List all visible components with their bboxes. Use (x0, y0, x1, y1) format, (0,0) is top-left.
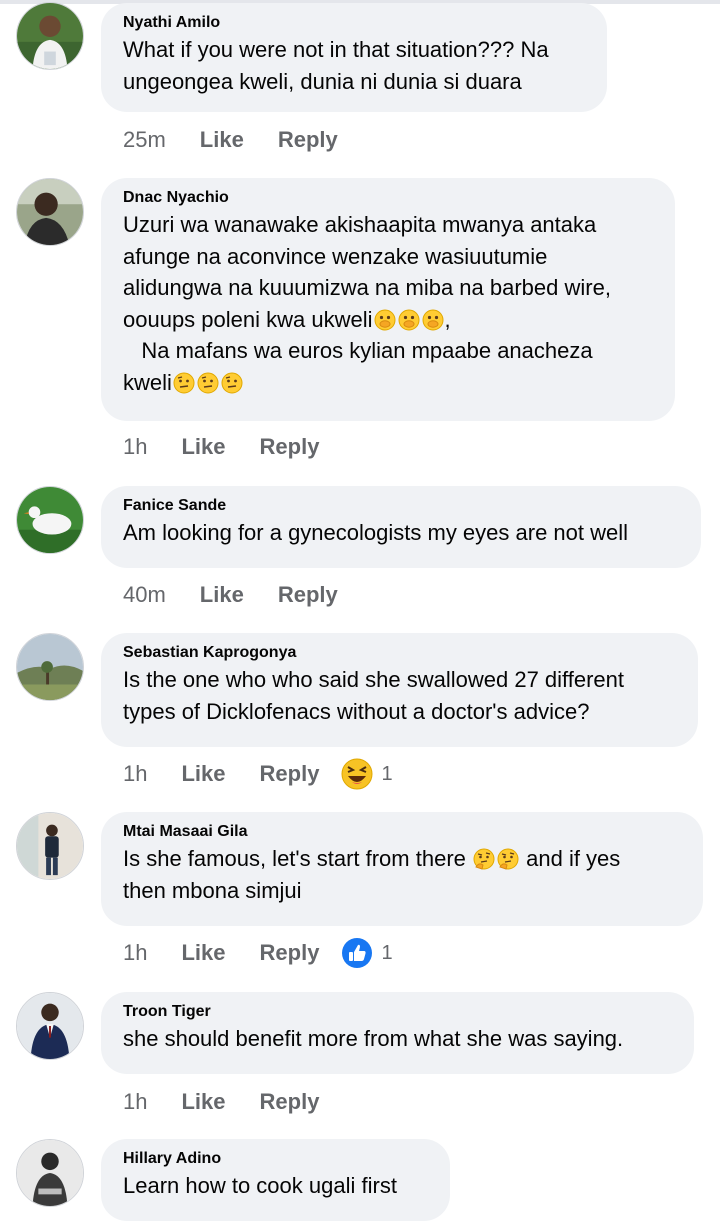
comment-time[interactable]: 1h (123, 1089, 147, 1115)
like-button[interactable]: Like (200, 582, 244, 608)
thinking-face-emoji (497, 848, 519, 870)
reply-button[interactable]: Reply (278, 582, 338, 608)
bw-portrait-avatar (17, 1140, 83, 1206)
child-photo-avatar (17, 3, 83, 69)
comment-bubble[interactable]: Nyathi Amilo What if you were not in tha… (101, 3, 607, 112)
comment-author[interactable]: Dnac Nyachio (123, 188, 653, 208)
laughing-face-icon (341, 758, 373, 790)
like-button[interactable]: Like (181, 761, 225, 787)
avatar-fanice-sande[interactable] (16, 486, 84, 554)
standing-man-avatar (17, 813, 83, 879)
comment-bubble[interactable]: Dnac Nyachio Uzuri wa wanawake akishaapi… (101, 178, 675, 421)
comment-time[interactable]: 1h (123, 434, 147, 460)
thumbs-up-icon (342, 938, 373, 968)
like-button[interactable]: Like (181, 940, 225, 966)
reaction-count: 1 (381, 941, 393, 964)
avatar-nyathi-amilo[interactable] (16, 2, 84, 70)
face-with-raised-eyebrow-emoji (221, 372, 243, 393)
face-with-open-eyes-hand-over-mouth-emoji (398, 309, 419, 330)
comment-actions: 1h Like Reply 1 (123, 758, 393, 790)
like-button[interactable]: Like (200, 127, 244, 153)
comment-line-suffix: and if yes (520, 846, 621, 871)
reply-button[interactable]: Reply (260, 1089, 320, 1115)
reply-button[interactable]: Reply (260, 761, 320, 787)
comment-author[interactable]: Nyathi Amilo (123, 13, 585, 33)
comment-text: Is the one who who said she swallowed 27… (123, 667, 625, 724)
comment-line: Uzuri wa wanawake akishaapita mwanya ant… (123, 212, 597, 237)
comment-time[interactable]: 1h (123, 940, 147, 966)
comment-author[interactable]: Fanice Sande (123, 496, 679, 516)
comment-line: oouups poleni kwa ukweli (123, 306, 373, 332)
reply-button[interactable]: Reply (260, 434, 320, 460)
reaction-summary[interactable]: 1 (341, 937, 393, 969)
comment-time[interactable]: 40m (123, 582, 166, 608)
man-photo-avatar (17, 179, 83, 245)
comment-time[interactable]: 25m (123, 127, 166, 153)
man-in-suit-avatar (17, 993, 83, 1059)
comment-actions: 25m Like Reply (123, 125, 338, 155)
comment-line: afunge na aconvince wenzake wasiuutumie (123, 243, 548, 269)
comment-bubble[interactable]: Sebastian Kaprogonya Is the one who who … (101, 633, 698, 747)
avatar-troon-tiger[interactable] (16, 992, 84, 1060)
comment-line-suffix: , (444, 306, 451, 332)
comment-author[interactable]: Mtai Masaai Gila (123, 822, 681, 842)
comment-bubble[interactable]: Troon Tiger she should benefit more from… (101, 992, 694, 1074)
landscape-avatar (17, 634, 83, 700)
reaction-count: 1 (381, 762, 393, 785)
comment-actions: 1h Like Reply (123, 432, 319, 462)
comment-bubble[interactable]: Mtai Masaai Gila Is she famous, let's st… (101, 812, 703, 926)
comment-text: she should benefit more from what she wa… (123, 1026, 624, 1051)
like-button[interactable]: Like (181, 1089, 225, 1115)
comment-actions: 1h Like Reply (123, 1087, 319, 1117)
reaction-summary[interactable]: 1 (341, 758, 393, 790)
face-with-raised-eyebrow-emoji (173, 372, 195, 393)
white-bird-avatar (17, 487, 83, 553)
comment-bubble[interactable]: Hillary Adino Learn how to cook ugali fi… (101, 1139, 450, 1221)
comment-line: kweli (123, 369, 172, 395)
like-button[interactable]: Like (181, 434, 225, 460)
comment-text: What if you were not in that situation??… (123, 37, 549, 94)
avatar-sebastian-kaprogonya[interactable] (16, 633, 84, 701)
avatar-dnac-nyachio[interactable] (16, 178, 84, 246)
comment-bubble[interactable]: Fanice Sande Am looking for a gynecologi… (101, 486, 701, 568)
comment-author[interactable]: Sebastian Kaprogonya (123, 643, 676, 663)
avatar-mtai-masaai-gila[interactable] (16, 812, 84, 880)
comment-text: Uzuri wa wanawake akishaapita mwanya ant… (123, 209, 653, 398)
reply-button[interactable]: Reply (260, 940, 320, 966)
comment-author[interactable]: Troon Tiger (123, 1002, 672, 1022)
reply-button[interactable]: Reply (278, 127, 338, 153)
comment-actions: 1h Like Reply 1 (123, 938, 393, 968)
face-with-raised-eyebrow-emoji (197, 372, 219, 393)
comment-actions: 40m Like Reply (123, 580, 338, 610)
thinking-face-emoji (473, 848, 495, 870)
comment-line: alidungwa na kuuumizwa na miba na barbed… (123, 275, 611, 300)
comment-line: Na mafans wa euros kylian mpaabe anachez… (123, 338, 593, 363)
comment-text: Is she famous, let's start from there an… (123, 843, 681, 906)
comment-line: then mbona simjui (123, 877, 302, 903)
comment-text: Learn how to cook ugali first (123, 1173, 397, 1198)
face-with-open-eyes-hand-over-mouth-emoji (374, 309, 395, 330)
comment-line: Is she famous, let's start from there (123, 846, 466, 871)
comment-text: Am looking for a gynecologists my eyes a… (123, 520, 629, 545)
comment-author[interactable]: Hillary Adino (123, 1149, 428, 1169)
comment-time[interactable]: 1h (123, 761, 147, 787)
avatar-hillary-adino[interactable] (16, 1139, 84, 1207)
face-with-open-eyes-hand-over-mouth-emoji (422, 309, 443, 330)
